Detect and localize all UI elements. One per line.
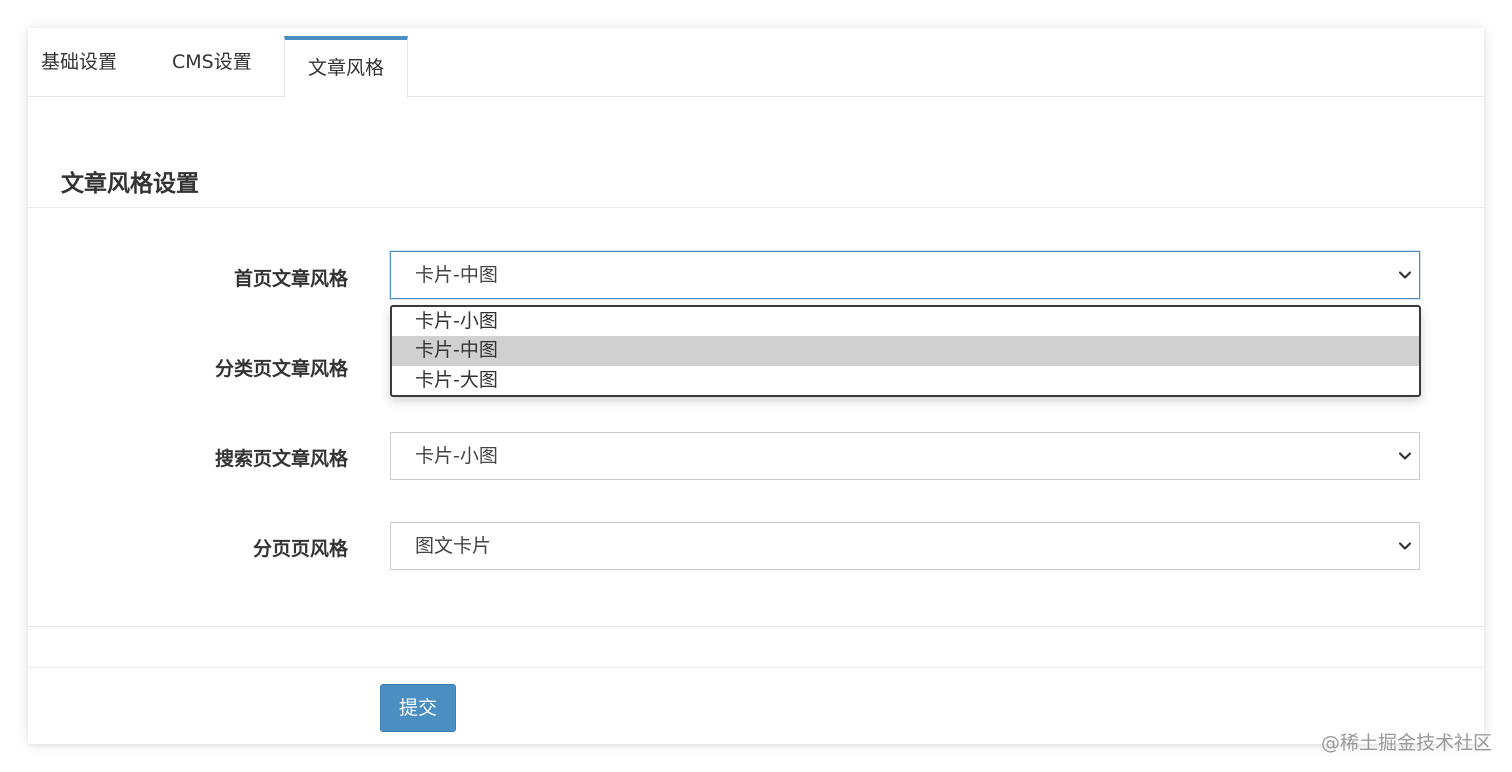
dropdown-option[interactable]: 卡片-大图 xyxy=(392,366,1419,395)
pagination-style-select[interactable]: 图文卡片 xyxy=(390,522,1420,570)
home-style-value: 卡片-中图 xyxy=(415,264,498,286)
home-style-select[interactable]: 卡片-中图 xyxy=(390,251,1420,299)
dropdown-option[interactable]: 卡片-小图 xyxy=(392,307,1419,336)
section-divider xyxy=(28,207,1484,208)
footer-divider xyxy=(28,626,1484,627)
submit-button[interactable]: 提交 xyxy=(380,684,456,732)
pagination-style-label: 分页页风格 xyxy=(252,538,348,560)
chevron-down-icon xyxy=(1398,542,1412,550)
pagination-style-value: 图文卡片 xyxy=(415,535,492,557)
footer-divider xyxy=(28,667,1484,668)
tab-article-style[interactable]: 文章风格 xyxy=(284,36,408,98)
tab-bar: 基础设置 CMS设置 文章风格 xyxy=(28,28,1484,98)
search-style-select[interactable]: 卡片-小图 xyxy=(390,432,1420,480)
search-style-value: 卡片-小图 xyxy=(415,445,498,467)
chevron-down-icon xyxy=(1398,452,1412,460)
section-title: 文章风格设置 xyxy=(61,171,199,197)
watermark: @稀土掘金技术社区 xyxy=(1320,732,1492,754)
tab-cms-settings[interactable]: CMS设置 xyxy=(172,28,282,97)
settings-panel: 基础设置 CMS设置 文章风格 文章风格设置 首页文章风格 卡片-中图 分类页文… xyxy=(28,28,1484,744)
chevron-down-icon xyxy=(1398,271,1412,279)
tab-basic-settings[interactable]: 基础设置 xyxy=(41,28,151,97)
home-style-dropdown-list: 卡片-小图 卡片-中图 卡片-大图 xyxy=(390,305,1421,397)
search-style-label: 搜索页文章风格 xyxy=(214,448,348,470)
dropdown-option-selected[interactable]: 卡片-中图 xyxy=(392,336,1419,366)
category-style-label: 分类页文章风格 xyxy=(214,358,348,380)
home-style-label: 首页文章风格 xyxy=(233,268,348,290)
